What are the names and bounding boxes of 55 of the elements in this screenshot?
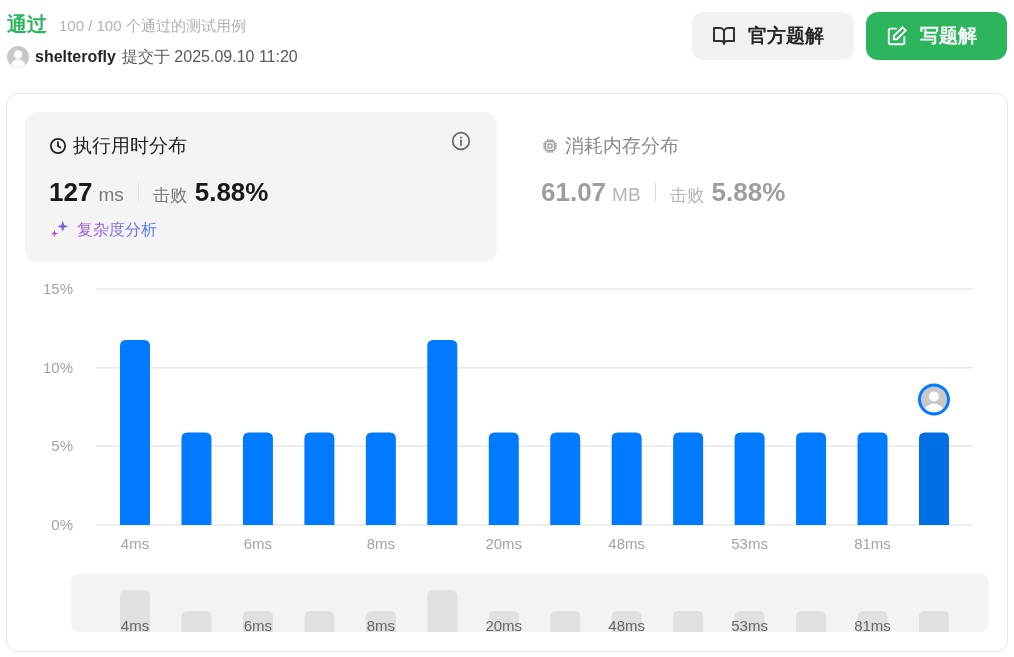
- stat-value: 61.07: [541, 175, 607, 209]
- x-axis-label: 81ms: [854, 535, 891, 552]
- chart-bar[interactable]: [181, 432, 212, 525]
- overview-label: 81ms: [854, 617, 891, 632]
- clock-icon: [49, 137, 67, 156]
- stat-title: 消耗内存分布: [565, 134, 679, 158]
- stat-tab[interactable]: 执行用时分布 127 ms 击败 5.88% 复杂度分析: [25, 112, 497, 262]
- beat-value: 5.88%: [194, 175, 269, 209]
- info-icon[interactable]: [451, 131, 471, 151]
- x-axis-label: 48ms: [608, 535, 645, 552]
- overview-label: 53ms: [731, 617, 768, 632]
- x-axis-label: 6ms: [243, 535, 273, 552]
- chart-bar[interactable]: [857, 432, 888, 525]
- x-axis-label: 4ms: [120, 535, 150, 552]
- user-avatar-marker: [918, 383, 950, 416]
- stat-value: 127: [49, 175, 93, 209]
- overview-strip[interactable]: 4ms 6ms 8ms 20ms 48ms 53ms 81ms: [71, 574, 989, 632]
- x-axis-label: 53ms: [731, 535, 768, 552]
- status-text: 通过: [7, 12, 47, 37]
- x-axis-label: 20ms: [485, 535, 523, 552]
- chart-bar[interactable]: [365, 432, 396, 525]
- overview-label: 20ms: [485, 617, 523, 632]
- x-axis-label: 8ms: [366, 535, 395, 552]
- y-axis-label: 15%: [42, 280, 73, 297]
- beat-label: 击败: [152, 184, 187, 207]
- cases-text: 100 / 100 个通过的测试用例: [59, 16, 246, 36]
- chart-bar[interactable]: [611, 432, 642, 525]
- beat-label: 击败: [669, 184, 704, 207]
- beat-value: 5.88%: [711, 175, 786, 209]
- chart-bar[interactable]: [488, 432, 519, 525]
- y-axis-label: 5%: [51, 437, 73, 455]
- stat-unit: MB: [612, 182, 641, 207]
- avatar-icon: [7, 46, 29, 68]
- chart-bar[interactable]: [550, 432, 581, 525]
- submitted-text: 提交于 2025.09.10 11:20: [121, 47, 298, 67]
- overview-label: 6ms: [243, 617, 273, 632]
- y-axis-label: 10%: [42, 358, 73, 376]
- stat-unit: ms: [98, 182, 124, 207]
- username[interactable]: shelterofly: [35, 45, 116, 69]
- chart-bar[interactable]: [796, 432, 827, 525]
- chart-bar[interactable]: [242, 432, 273, 525]
- chart-bar[interactable]: [427, 340, 458, 525]
- stat-title: 执行用时分布: [73, 134, 187, 158]
- chart-bar[interactable]: [734, 432, 765, 525]
- overview-label: 48ms: [608, 617, 645, 632]
- chip-icon: [541, 137, 559, 156]
- book-icon: [712, 24, 736, 48]
- overview-label: 8ms: [366, 617, 395, 632]
- overview-label: 4ms: [120, 617, 150, 632]
- write-solution-button[interactable]: 写题解: [866, 12, 1007, 60]
- official-solution-button[interactable]: 官方题解: [692, 12, 854, 60]
- y-axis-label: 0%: [51, 516, 73, 533]
- chart-bar[interactable]: [673, 432, 704, 525]
- chart-bar[interactable]: [304, 432, 335, 525]
- edit-icon: [886, 25, 908, 47]
